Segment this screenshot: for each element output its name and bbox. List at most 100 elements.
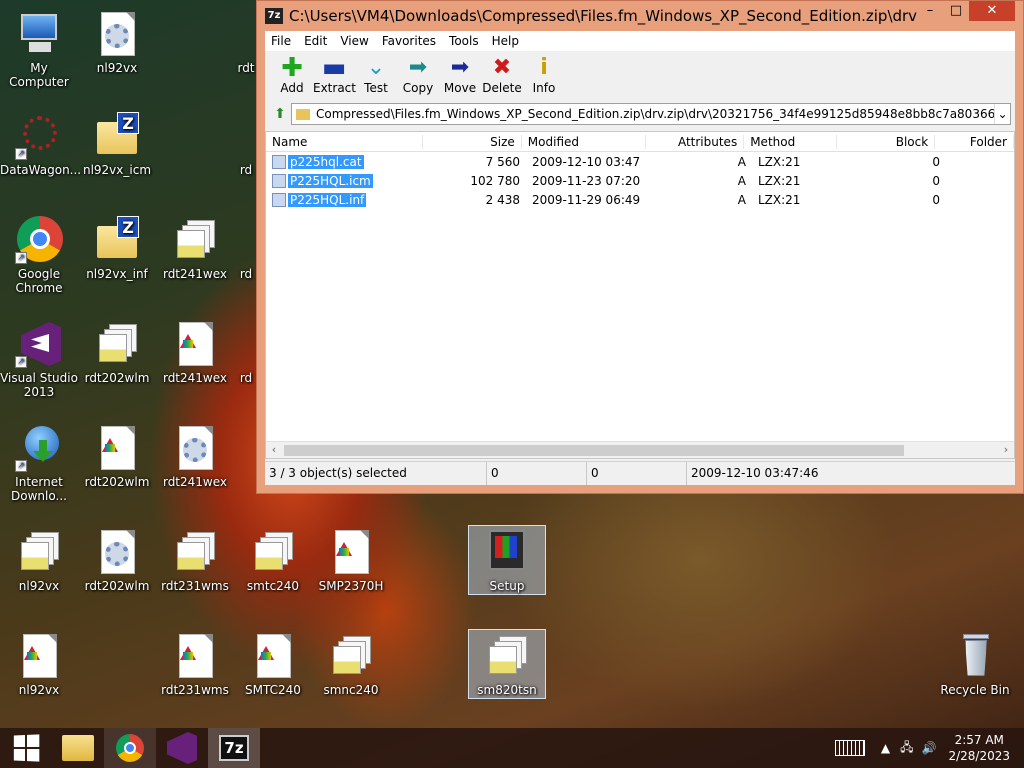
desktop-icon-rdt241wex[interactable]: rdt241wex xyxy=(156,320,234,385)
network-icon[interactable]: 🖧 xyxy=(900,738,913,759)
test-button[interactable]: ⌄ Test xyxy=(355,55,397,101)
file-row[interactable]: P225HQL.icm 102 780 2009-11-23 07:20 A L… xyxy=(266,171,1014,190)
desktop-icon-rd[interactable]: rd xyxy=(234,112,258,177)
chrome-icon: ↗ xyxy=(15,216,63,264)
desktop-icon-recycle-bin[interactable]: Recycle Bin xyxy=(936,632,1014,697)
column-size[interactable]: Size xyxy=(423,134,522,149)
desktop-icon-visual-studio[interactable]: ↗ Visual Studio 2013 xyxy=(0,320,78,399)
extract-button[interactable]: ▬ Extract xyxy=(313,55,356,101)
file-name: p225hql.cat xyxy=(288,154,364,169)
inf-file-icon xyxy=(272,192,286,207)
move-button[interactable]: ➡ Move xyxy=(439,55,481,101)
desktop-icon-smtc240-icm[interactable]: SMTC240 xyxy=(234,632,312,697)
keyboard-icon[interactable] xyxy=(834,740,865,756)
column-attributes[interactable]: Attributes xyxy=(646,134,745,149)
desktop-icon-smtc240[interactable]: smtc240 xyxy=(234,528,312,593)
file-modified: 2009-12-10 03:47 xyxy=(532,154,641,169)
desktop-icon-datawagon[interactable]: ↗ DataWagon... xyxy=(0,112,81,177)
menu-file[interactable]: File xyxy=(271,34,291,48)
zip-folder-icon: Z xyxy=(93,112,141,160)
menu-view[interactable]: View xyxy=(340,34,368,48)
close-button[interactable]: ✕ xyxy=(969,1,1015,21)
volume-icon[interactable]: 🔊 xyxy=(922,741,937,755)
desktop-icon-label: nl92vx_inf xyxy=(86,267,148,281)
taskbar: 7z ▲ 🖧 🔊 2:57 AM 2/28/2023 xyxy=(0,728,1024,768)
horizontal-scrollbar[interactable]: ‹ › xyxy=(266,441,1014,458)
file-size: 7 560 xyxy=(485,154,520,169)
clock[interactable]: 2:57 AM 2/28/2023 xyxy=(948,732,1010,764)
desktop-icon-label: Recycle Bin xyxy=(940,683,1010,697)
desktop-icon-setup[interactable]: Setup xyxy=(468,525,546,595)
clock-date: 2/28/2023 xyxy=(948,749,1010,763)
catalog-file-icon xyxy=(272,154,286,169)
taskbar-chrome[interactable] xyxy=(104,728,156,768)
taskbar-visual-studio[interactable] xyxy=(156,728,208,768)
menu-help[interactable]: Help xyxy=(492,34,519,48)
scrollbar-thumb[interactable] xyxy=(284,445,904,456)
minimize-button[interactable]: – xyxy=(917,1,943,21)
desktop-icon-rdt[interactable]: rdt xyxy=(234,10,258,75)
chevron-up-icon[interactable]: ▲ xyxy=(881,741,890,755)
zip-folder-icon: Z xyxy=(93,216,141,264)
title-bar[interactable]: 7z C:\Users\VM4\Downloads\Compressed\Fil… xyxy=(265,1,1015,31)
desktop-icon-rdt202wlm[interactable]: rdt202wlm xyxy=(78,528,156,593)
desktop-icon-internet-download[interactable]: ↗ Internet Downlo... xyxy=(0,424,78,503)
column-modified[interactable]: Modified xyxy=(522,134,646,149)
menu-tools[interactable]: Tools xyxy=(449,34,479,48)
start-button[interactable] xyxy=(0,728,52,768)
delete-button[interactable]: ✖ Delete xyxy=(481,55,523,101)
desktop-icon-rdt231wms[interactable]: rdt231wms xyxy=(156,632,234,697)
settings-file-icon xyxy=(171,424,219,472)
desktop-icon-label: smtc240 xyxy=(246,579,300,593)
menu-favorites[interactable]: Favorites xyxy=(382,34,436,48)
delete-button-label: Delete xyxy=(482,81,522,95)
file-row[interactable]: p225hql.cat 7 560 2009-12-10 03:47 A LZX… xyxy=(266,152,1014,171)
desktop-icon-nl92vx-inf[interactable]: Z nl92vx_inf xyxy=(78,216,156,281)
desktop-icon-nl92vx[interactable]: nl92vx xyxy=(78,10,156,75)
column-method[interactable]: Method xyxy=(744,134,837,149)
extract-button-label: Extract xyxy=(313,81,356,95)
maximize-button[interactable]: □ xyxy=(943,1,969,21)
desktop-icon-rdt202wlm[interactable]: rdt202wlm xyxy=(78,424,156,489)
setup-file-icon xyxy=(171,216,219,264)
add-button[interactable]: ✚ Add xyxy=(271,55,313,101)
desktop-icon-my-computer[interactable]: My Computer xyxy=(0,10,78,89)
file-row[interactable]: P225HQL.inf 2 438 2009-11-29 06:49 A LZX… xyxy=(266,190,1014,209)
scroll-left-icon[interactable]: ‹ xyxy=(266,442,282,459)
desktop-icon-rd[interactable]: rd xyxy=(234,216,258,281)
7zip-app-icon[interactable]: 7z xyxy=(265,8,283,24)
setup-file-icon xyxy=(171,528,219,576)
desktop-icon-rdt202wlm[interactable]: rdt202wlm xyxy=(78,320,156,385)
desktop-icon-nl92vx[interactable]: nl92vx xyxy=(0,632,78,697)
address-input[interactable]: Compressed\Files.fm_Windows_XP_Second_Ed… xyxy=(291,103,1011,125)
setup-file-icon xyxy=(327,632,375,680)
desktop-icon-nl92vx-icm[interactable]: Z nl92vx_icm xyxy=(78,112,156,177)
desktop-icon-smp2370h[interactable]: SMP2370H xyxy=(312,528,390,593)
desktop-icon-rd[interactable]: rd xyxy=(234,320,258,385)
file-attributes: A xyxy=(737,173,746,188)
scroll-right-icon[interactable]: › xyxy=(998,442,1014,459)
desktop-icon-rdt241wex[interactable]: rdt241wex xyxy=(156,424,234,489)
desktop-icon-rdt231wms[interactable]: rdt231wms xyxy=(156,528,234,593)
desktop-icon-nl92vx[interactable]: nl92vx xyxy=(0,528,78,593)
column-folder[interactable]: Folder xyxy=(935,134,1014,149)
column-block[interactable]: Block xyxy=(837,134,936,149)
taskbar-file-explorer[interactable] xyxy=(52,728,104,768)
desktop-icon-label: Internet Downlo... xyxy=(11,475,67,503)
desktop-icon-google-chrome[interactable]: ↗ Google Chrome xyxy=(0,216,78,295)
taskbar-7zip[interactable]: 7z xyxy=(208,728,260,768)
desktop-icon-label: SMTC240 xyxy=(245,683,301,697)
desktop-icon-smnc240[interactable]: smnc240 xyxy=(312,632,390,697)
copy-button[interactable]: ➡ Copy xyxy=(397,55,439,101)
menu-edit[interactable]: Edit xyxy=(304,34,327,48)
desktop-icon-label: nl92vx xyxy=(18,683,60,697)
chevron-down-icon[interactable]: ⌄ xyxy=(994,104,1010,124)
file-block: 0 xyxy=(932,154,940,169)
desktop-icon-sm820tsn[interactable]: sm820tsn xyxy=(468,629,546,699)
up-folder-icon[interactable]: ⬆ xyxy=(269,106,291,122)
desktop-icon-label: rd xyxy=(239,163,253,177)
column-name[interactable]: Name xyxy=(266,134,424,149)
desktop-icon-rdt241wex[interactable]: rdt241wex xyxy=(156,216,234,281)
info-button[interactable]: i Info xyxy=(523,55,565,101)
color-profile-icon xyxy=(327,528,375,576)
